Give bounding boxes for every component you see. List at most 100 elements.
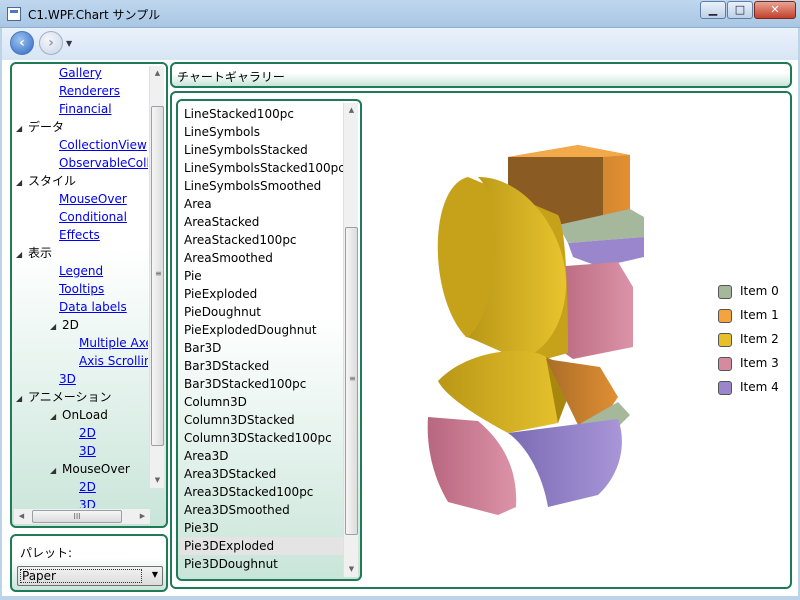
chart-type-item[interactable]: Area3DSmoothed	[180, 501, 346, 519]
tree-item-link[interactable]: Financial	[59, 102, 112, 116]
tree-item-link[interactable]: 3D	[59, 372, 76, 386]
chart-type-item[interactable]: Column3D	[180, 393, 346, 411]
tree-item[interactable]: 2D	[79, 478, 96, 496]
tree-item-link[interactable]: Gallery	[59, 66, 102, 80]
tree-vertical-scrollbar[interactable]: ▲ ≡ ▼	[149, 66, 164, 488]
chart-type-item[interactable]: AreaSmoothed	[180, 249, 346, 267]
chart-type-item[interactable]: Area3DStacked100pc	[180, 483, 346, 501]
close-button[interactable]: ✕	[754, 1, 796, 19]
chart-type-item[interactable]: Bar3DStacked	[180, 357, 346, 375]
tree-item-link[interactable]: 3D	[79, 498, 96, 508]
tree-item-link[interactable]: 2D	[79, 426, 96, 440]
chart-type-item[interactable]: Area	[180, 195, 346, 213]
scroll-thumb[interactable]: ≡	[345, 227, 358, 535]
tree-item[interactable]: Financial	[59, 100, 112, 118]
tree-item[interactable]: ◢ データ	[16, 118, 64, 136]
tree-item[interactable]: ◢ アニメーション	[16, 388, 112, 406]
scroll-right-icon[interactable]: ▶	[135, 509, 150, 524]
scroll-up-icon[interactable]: ▲	[344, 103, 359, 118]
chart-type-item[interactable]: Column3DStacked	[180, 411, 346, 429]
tree-item[interactable]: Gallery	[59, 64, 102, 82]
tree-item-link[interactable]: MouseOver	[59, 192, 127, 206]
expand-arrow-icon[interactable]: ◢	[16, 174, 28, 192]
tree-horizontal-scrollbar[interactable]: ◀ III ▶	[14, 509, 150, 524]
tree-item[interactable]: CollectionView	[59, 136, 147, 154]
tree-item-link[interactable]: Conditional	[59, 210, 127, 224]
palette-select[interactable]: Paper ▼	[17, 566, 163, 586]
chart-type-item[interactable]: Area3DStacked	[180, 465, 346, 483]
tree-item-link[interactable]: Renderers	[59, 84, 120, 98]
expand-arrow-icon[interactable]: ◢	[50, 318, 62, 336]
minimize-button[interactable]: ▁	[700, 1, 726, 19]
tree-item-link[interactable]: Multiple Axe	[79, 336, 148, 350]
chart-type-item[interactable]: Column3DStacked100pc	[180, 429, 346, 447]
tree-item[interactable]: ◢ スタイル	[16, 172, 76, 190]
tree-item[interactable]: Tooltips	[59, 280, 104, 298]
tree-item-link[interactable]: CollectionView	[59, 138, 147, 152]
chart-type-item[interactable]: PieExploded	[180, 285, 346, 303]
chart-type-item[interactable]: PieExplodedDoughnut	[180, 321, 346, 339]
tree-item-link[interactable]: ObservableColle	[59, 156, 148, 170]
chart-type-item[interactable]: LineSymbolsStacked100pc	[180, 159, 346, 177]
list-vertical-scrollbar[interactable]: ▲ ≡ ▼	[343, 103, 358, 577]
chart-type-item[interactable]: AreaStacked	[180, 213, 346, 231]
tree-item[interactable]: 3D	[59, 370, 76, 388]
tree-item[interactable]: Multiple Axe	[79, 334, 148, 352]
tree-item-label: データ	[28, 120, 65, 134]
tree-item[interactable]: Axis Scrollin	[79, 352, 148, 370]
tree-item[interactable]: ObservableColle	[59, 154, 148, 172]
scroll-thumb[interactable]: ≡	[151, 106, 164, 446]
tree-item-label: 2D	[62, 318, 79, 332]
sample-tree: Gallery Renderers Financial ◢ データ CollectionV…	[10, 62, 168, 528]
expand-arrow-icon[interactable]: ◢	[16, 246, 28, 264]
tree-item-link[interactable]: Axis Scrollin	[79, 354, 148, 368]
tree-item[interactable]: Data labels	[59, 298, 127, 316]
chart-type-item[interactable]: Bar3DStacked100pc	[180, 375, 346, 393]
expand-arrow-icon[interactable]: ◢	[16, 390, 28, 408]
scroll-down-icon[interactable]: ▼	[150, 473, 165, 488]
scroll-down-icon[interactable]: ▼	[344, 562, 359, 577]
chart-type-item[interactable]: LineSymbols	[180, 123, 346, 141]
tree-item-link[interactable]: 3D	[79, 444, 96, 458]
tree-item-link[interactable]: Legend	[59, 264, 103, 278]
scroll-up-icon[interactable]: ▲	[150, 66, 165, 81]
tree-item-link[interactable]: 2D	[79, 480, 96, 494]
tree-item[interactable]: Effects	[59, 226, 100, 244]
scroll-left-icon[interactable]: ◀	[14, 509, 29, 524]
history-dropdown-icon[interactable]: ▼	[66, 39, 72, 48]
expand-arrow-icon[interactable]: ◢	[16, 120, 28, 138]
expand-arrow-icon[interactable]: ◢	[50, 408, 62, 426]
tree-item[interactable]: ◢ 2D	[50, 316, 79, 334]
chart-type-item[interactable]: Area3D	[180, 447, 346, 465]
tree-item[interactable]: 3D	[79, 496, 96, 508]
tree-item[interactable]: ◢ 表示	[16, 244, 52, 262]
tree-item[interactable]: ◢ MouseOver	[50, 460, 130, 478]
tree-item[interactable]: 2D	[79, 424, 96, 442]
tree-item[interactable]: 3D	[79, 442, 96, 460]
scroll-thumb-horizontal[interactable]: III	[32, 510, 122, 523]
expand-arrow-icon[interactable]: ◢	[50, 462, 62, 480]
tree-item[interactable]: MouseOver	[59, 190, 127, 208]
chart-type-item[interactable]: AreaStacked100pc	[180, 231, 346, 249]
tree-item-link[interactable]: Tooltips	[59, 282, 104, 296]
chart-type-item[interactable]: LineSymbolsSmoothed	[180, 177, 346, 195]
chart-type-item[interactable]: LineStacked100pc	[180, 105, 346, 123]
forward-arrow-icon[interactable]: ›	[39, 31, 63, 55]
chart-type-item[interactable]: PieDoughnut	[180, 303, 346, 321]
tree-item-link[interactable]: Effects	[59, 228, 100, 242]
tree-item[interactable]: ◢ OnLoad	[50, 406, 108, 424]
maximize-button[interactable]: □	[727, 1, 753, 19]
window-controls: ▁ □ ✕	[699, 1, 796, 19]
tree-item[interactable]: Renderers	[59, 82, 120, 100]
chart-type-item[interactable]: Pie	[180, 267, 346, 285]
tree-item-link[interactable]: Data labels	[59, 300, 127, 314]
chart-type-item[interactable]: Bar3D	[180, 339, 346, 357]
chart-type-item[interactable]: LineSymbolsStacked	[180, 141, 346, 159]
chart-type-item[interactable]: Pie3D	[180, 519, 346, 537]
tree-item[interactable]: Conditional	[59, 208, 127, 226]
tree-item[interactable]: Legend	[59, 262, 103, 280]
chart-type-item[interactable]: Pie3DDoughnut	[180, 555, 346, 573]
chevron-down-icon[interactable]: ▼	[152, 570, 158, 579]
chart-type-item[interactable]: Pie3DExploded	[180, 537, 346, 555]
back-arrow-icon[interactable]: ‹	[10, 31, 34, 55]
